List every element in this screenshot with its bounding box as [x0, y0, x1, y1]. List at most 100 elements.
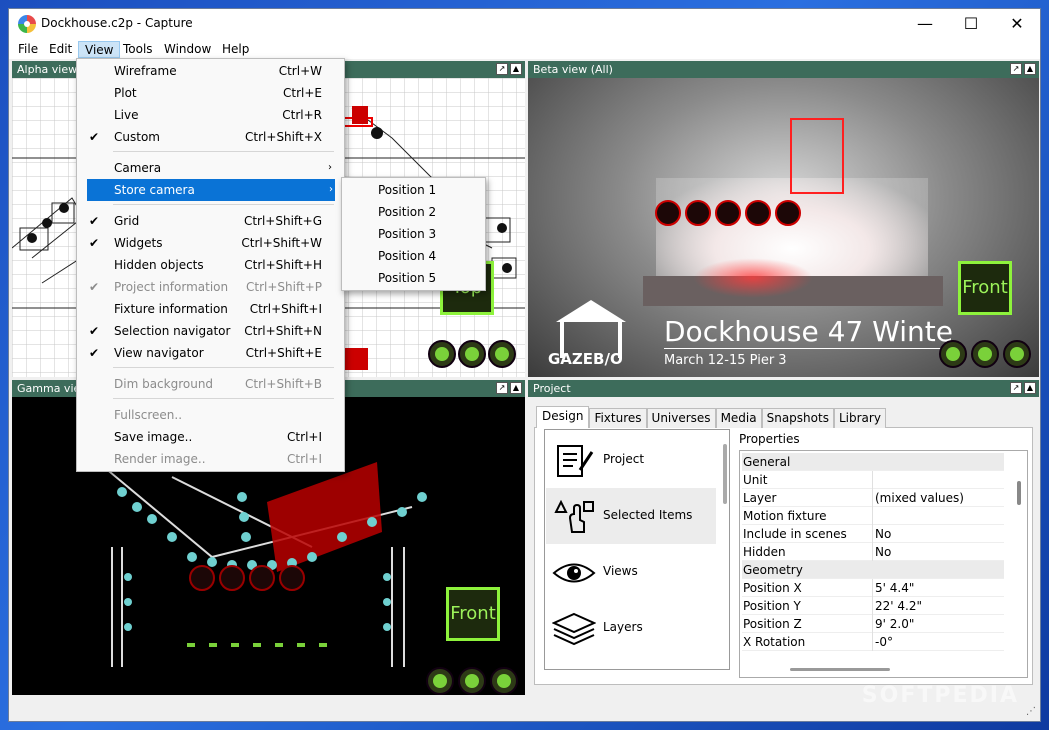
list-item-project[interactable]: Project	[546, 432, 716, 488]
submenu-item-position-4[interactable]: Position 4	[342, 245, 485, 267]
menu-item-fixture-information[interactable]: Fixture information Ctrl+Shift+I	[77, 298, 344, 320]
property-row-position-x[interactable]: Position X 5' 4.4"	[742, 579, 1004, 597]
fixture-power-icon[interactable]	[715, 200, 741, 226]
layers-icon	[552, 612, 596, 646]
list-item-views[interactable]: Views	[546, 544, 716, 600]
menu-item-wireframe[interactable]: Wireframe Ctrl+W	[77, 60, 344, 82]
list-scrollbar[interactable]	[723, 444, 727, 504]
list-item-label: Layers	[603, 620, 643, 634]
property-value[interactable]: No	[875, 525, 891, 543]
fixture-select-icon[interactable]	[189, 565, 215, 591]
menu-item-widgets[interactable]: ✔ Widgets Ctrl+Shift+W	[77, 232, 344, 254]
fixture-info-icon[interactable]	[279, 565, 305, 591]
fixture-settings-icon[interactable]	[219, 565, 245, 591]
submenu-item-position-1[interactable]: Position 1	[342, 179, 485, 201]
menu-item-store-camera[interactable]: Store camera ›	[87, 179, 335, 201]
property-divider	[872, 579, 873, 597]
close-button[interactable]: ✕	[994, 9, 1040, 39]
properties-hscrollbar[interactable]	[790, 668, 890, 671]
detach-icon[interactable]: ↗	[496, 382, 508, 394]
view-menu-icon[interactable]	[490, 667, 518, 695]
front-navigator[interactable]: Front	[446, 587, 500, 641]
front-navigator[interactable]: Front	[958, 261, 1012, 315]
property-row-hidden[interactable]: Hidden No	[742, 543, 1004, 561]
property-row-position-y[interactable]: Position Y 22' 4.2"	[742, 597, 1004, 615]
pan-view-icon[interactable]	[458, 667, 486, 695]
menu-item-selection-navigator[interactable]: ✔ Selection navigator Ctrl+Shift+N	[77, 320, 344, 342]
menu-item-live[interactable]: Live Ctrl+R	[77, 104, 344, 126]
menu-window[interactable]: Window	[158, 41, 217, 58]
property-divider	[872, 489, 873, 507]
property-row-motion-fixture[interactable]: Motion fixture	[742, 507, 1004, 525]
chevron-right-icon: ›	[328, 162, 332, 173]
property-row-position-z[interactable]: Position Z 9' 2.0"	[742, 615, 1004, 633]
detach-icon[interactable]: ↗	[496, 63, 508, 75]
view-menu-icon[interactable]	[488, 340, 516, 368]
view-menu-icon[interactable]	[1003, 340, 1031, 368]
fixture-select-icon[interactable]	[655, 200, 681, 226]
tab-media[interactable]: Media	[715, 408, 762, 428]
detach-icon[interactable]: ↗	[1010, 382, 1022, 394]
maximize-icon[interactable]: ▲	[510, 63, 522, 75]
property-value[interactable]: 5' 4.4"	[875, 579, 914, 597]
menu-file[interactable]: File	[12, 41, 44, 58]
rotate-view-icon[interactable]	[426, 667, 454, 695]
fixture-settings-icon[interactable]	[685, 200, 711, 226]
menu-item-save-image[interactable]: Save image.. Ctrl+I	[77, 426, 344, 448]
view-menu-dropdown: Wireframe Ctrl+W Plot Ctrl+E Live Ctrl+R ✔ Cust…	[76, 58, 345, 472]
logo-text: GAZEB/O	[548, 350, 623, 368]
property-value[interactable]: -0°	[875, 633, 893, 651]
property-key: General	[743, 455, 791, 469]
menu-item-hidden-objects[interactable]: Hidden objects Ctrl+Shift+H	[77, 254, 344, 276]
menu-item-custom[interactable]: ✔ Custom Ctrl+Shift+X	[77, 126, 344, 148]
rotate-view-icon[interactable]	[939, 340, 967, 368]
list-item-selected-items[interactable]: Selected Items	[546, 488, 716, 544]
rotate-view-icon[interactable]	[428, 340, 456, 368]
submenu-item-position-3[interactable]: Position 3	[342, 223, 485, 245]
tab-snapshots[interactable]: Snapshots	[761, 408, 834, 428]
submenu-item-position-2[interactable]: Position 2	[342, 201, 485, 223]
menu-item-view-navigator[interactable]: ✔ View navigator Ctrl+Shift+E	[77, 342, 344, 364]
menu-item-camera[interactable]: Camera ›	[77, 157, 344, 179]
menu-tools[interactable]: Tools	[117, 41, 159, 58]
detach-icon[interactable]: ↗	[1010, 63, 1022, 75]
menu-edit[interactable]: Edit	[43, 41, 78, 58]
property-row-include-in-scenes[interactable]: Include in scenes No	[742, 525, 1004, 543]
property-divider	[872, 615, 873, 633]
property-row-x-rotation[interactable]: X Rotation -0°	[742, 633, 1004, 651]
fixture-copy-icon[interactable]	[745, 200, 771, 226]
property-row-unit[interactable]: Unit	[742, 471, 1004, 489]
checkmark-icon: ✔	[89, 130, 100, 144]
menu-item-plot[interactable]: Plot Ctrl+E	[77, 82, 344, 104]
checkmark-icon: ✔	[89, 280, 100, 294]
property-value[interactable]: 9' 2.0"	[875, 615, 914, 633]
tab-library[interactable]: Library	[833, 408, 886, 428]
list-item-layers[interactable]: Layers	[546, 600, 716, 656]
tab-fixtures[interactable]: Fixtures	[589, 408, 647, 428]
property-value[interactable]: 22' 4.2"	[875, 597, 922, 615]
properties-label: Properties	[739, 432, 800, 446]
property-row-layer[interactable]: Layer (mixed values)	[742, 489, 1004, 507]
menu-view[interactable]: View	[78, 41, 121, 58]
properties-vscrollbar[interactable]	[1017, 481, 1021, 505]
maximize-icon[interactable]: ▲	[1024, 382, 1036, 394]
beta-view-title: Beta view (All)	[528, 61, 1039, 78]
beta-viewport[interactable]: GAZEB/O Dockhouse 47 Winte March 12-15 P…	[528, 78, 1039, 377]
pan-view-icon[interactable]	[971, 340, 999, 368]
property-value[interactable]: (mixed values)	[875, 489, 964, 507]
fixture-copy-icon[interactable]	[249, 565, 275, 591]
maximize-icon[interactable]: ▲	[510, 382, 522, 394]
resize-grip-icon[interactable]: ⋰	[1026, 706, 1036, 717]
menu-item-shortcut: Ctrl+Shift+P	[246, 280, 322, 294]
maximize-icon[interactable]: ▲	[1024, 63, 1036, 75]
submenu-item-position-5[interactable]: Position 5	[342, 267, 485, 289]
maximize-button[interactable]: ☐	[948, 9, 994, 39]
minimize-button[interactable]: —	[902, 9, 948, 39]
tab-design[interactable]: Design	[536, 406, 590, 428]
fixture-info-icon[interactable]	[775, 200, 801, 226]
property-value[interactable]: No	[875, 543, 891, 561]
menu-item-grid[interactable]: ✔ Grid Ctrl+Shift+G	[77, 210, 344, 232]
pan-view-icon[interactable]	[458, 340, 486, 368]
tab-universes[interactable]: Universes	[646, 408, 716, 428]
menu-help[interactable]: Help	[216, 41, 255, 58]
